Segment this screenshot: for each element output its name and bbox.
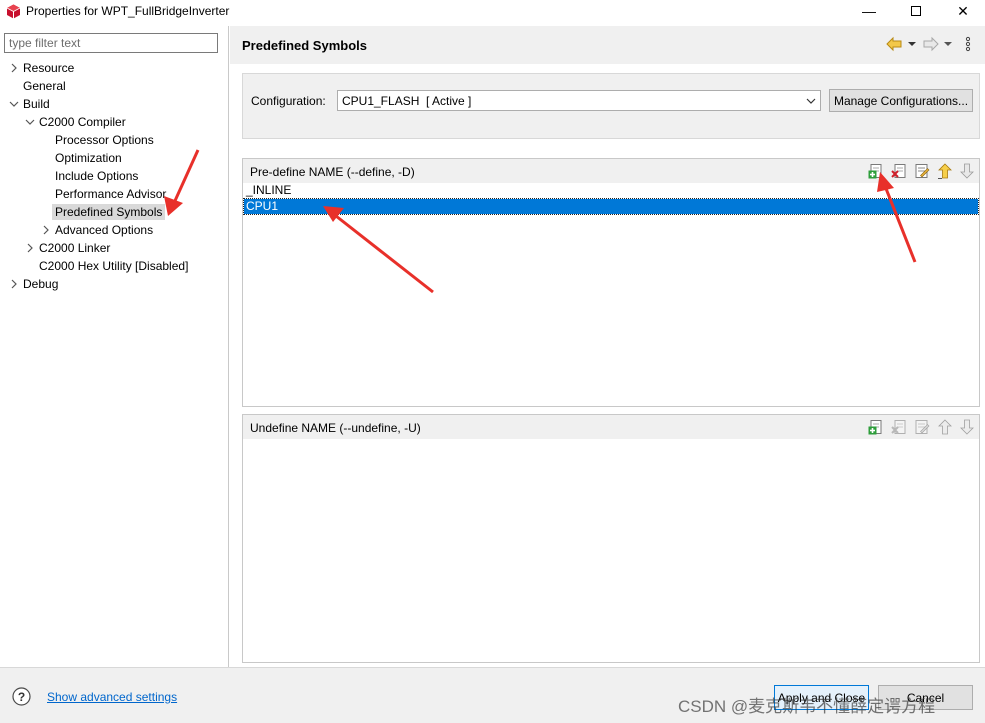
edit-icon[interactable] [914,419,930,435]
configuration-label: Configuration: [251,94,326,108]
sidebar-item-label: Include Options [55,169,139,183]
close-button[interactable]: ✕ [940,0,985,24]
filter-input[interactable] [4,33,218,53]
sidebar-item-label: Debug [23,277,59,291]
chevron-right-icon[interactable] [24,239,36,257]
sidebar-item[interactable]: Resource [11,59,75,77]
sidebar-item[interactable]: C2000 Linker [27,239,111,257]
manage-configurations-button[interactable]: Manage Configurations... [829,89,973,112]
configuration-select[interactable]: CPU1_FLASH [ Active ] [337,90,821,111]
sidebar-item-label: Predefined Symbols [52,204,166,220]
add-icon[interactable] [868,163,884,179]
predefine-header: Pre-define NAME (--define, -D) [243,159,979,183]
chevron-down-icon[interactable] [8,95,20,113]
maximize-button[interactable] [893,0,939,24]
configuration-value: CPU1_FLASH [ Active ] [342,94,472,108]
chevron-right-icon[interactable] [8,59,20,77]
apply-and-close-button[interactable]: Apply and Close [774,685,869,710]
chevron-right-icon[interactable] [8,275,20,293]
chevron-down-icon[interactable] [24,113,36,131]
window-title: Properties for WPT_FullBridgeInverter [26,4,230,18]
sidebar: Resource General Build C2000 Compiler Proces… [0,26,229,667]
svg-text:?: ? [18,690,25,704]
undefine-header: Undefine NAME (--undefine, -U) [243,415,979,439]
move-down-icon[interactable] [959,163,975,179]
sidebar-item[interactable]: Advanced Options [43,221,154,239]
sidebar-item-label: C2000 Compiler [39,115,126,129]
sidebar-item-label: Advanced Options [55,223,154,237]
chevron-down-icon [806,98,816,104]
cancel-button[interactable]: Cancel [878,685,973,710]
footer: ? Show advanced settings Apply and Close… [0,667,985,723]
back-dropdown-icon[interactable] [907,36,917,52]
chevron-right-icon[interactable] [40,221,52,239]
edit-icon[interactable] [914,163,930,179]
add-icon[interactable] [868,419,884,435]
main-panel: Predefined Symbols Configuration: CPU1_F… [230,26,985,667]
minimize-button[interactable]: — [846,0,892,24]
predefine-title: Pre-define NAME (--define, -D) [250,165,415,179]
maximize-icon [911,6,921,16]
forward-dropdown-icon[interactable] [943,36,953,52]
page-title: Predefined Symbols [242,38,367,53]
sidebar-item[interactable]: Include Options [55,167,138,185]
configuration-group: Configuration: CPU1_FLASH [ Active ] Man… [242,73,980,139]
sidebar-item[interactable]: Processor Options [55,131,154,149]
delete-icon[interactable] [891,419,907,435]
sidebar-item-label: C2000 Hex Utility [Disabled] [39,259,189,273]
move-up-icon[interactable] [937,419,953,435]
sidebar-item[interactable]: C2000 Hex Utility [Disabled] [39,257,188,275]
sidebar-item-label: Performance Advisor [55,187,167,201]
sidebar-item[interactable]: Debug [11,275,59,293]
symbol-item[interactable]: CPU1 [243,198,979,215]
show-advanced-settings-link[interactable]: Show advanced settings [47,690,177,704]
more-vertical-icon[interactable] [964,36,972,52]
move-up-icon[interactable] [937,163,953,179]
title-bar: Properties for WPT_FullBridgeInverter — … [0,0,985,24]
app-cube-icon [6,4,21,19]
forward-arrow-icon[interactable] [922,36,940,52]
page-header: Predefined Symbols [230,26,985,64]
back-arrow-icon[interactable] [885,36,903,52]
undefine-panel: Undefine NAME (--undefine, -U) [242,414,980,663]
sidebar-item[interactable]: Predefined Symbols [52,203,166,221]
symbol-item[interactable]: _INLINE [244,183,978,198]
sidebar-item[interactable]: Optimization [55,149,122,167]
sidebar-item[interactable]: Build [9,95,50,113]
predefine-panel: Pre-define NAME (--define, -D) _INLINE C… [242,158,980,407]
undefine-title: Undefine NAME (--undefine, -U) [250,421,421,435]
sidebar-item[interactable]: Performance Advisor [55,185,166,203]
sidebar-item-label: General [23,79,66,93]
sidebar-item[interactable]: C2000 Compiler [25,113,126,131]
sidebar-item-label: C2000 Linker [39,241,111,255]
sidebar-item[interactable]: General [23,77,66,95]
move-down-icon[interactable] [959,419,975,435]
delete-icon[interactable] [891,163,907,179]
sidebar-item-label: Optimization [55,151,122,165]
sidebar-item-label: Build [23,97,50,111]
help-icon[interactable]: ? [12,687,31,706]
sidebar-item-label: Resource [23,61,75,75]
sidebar-item-label: Processor Options [55,133,154,147]
